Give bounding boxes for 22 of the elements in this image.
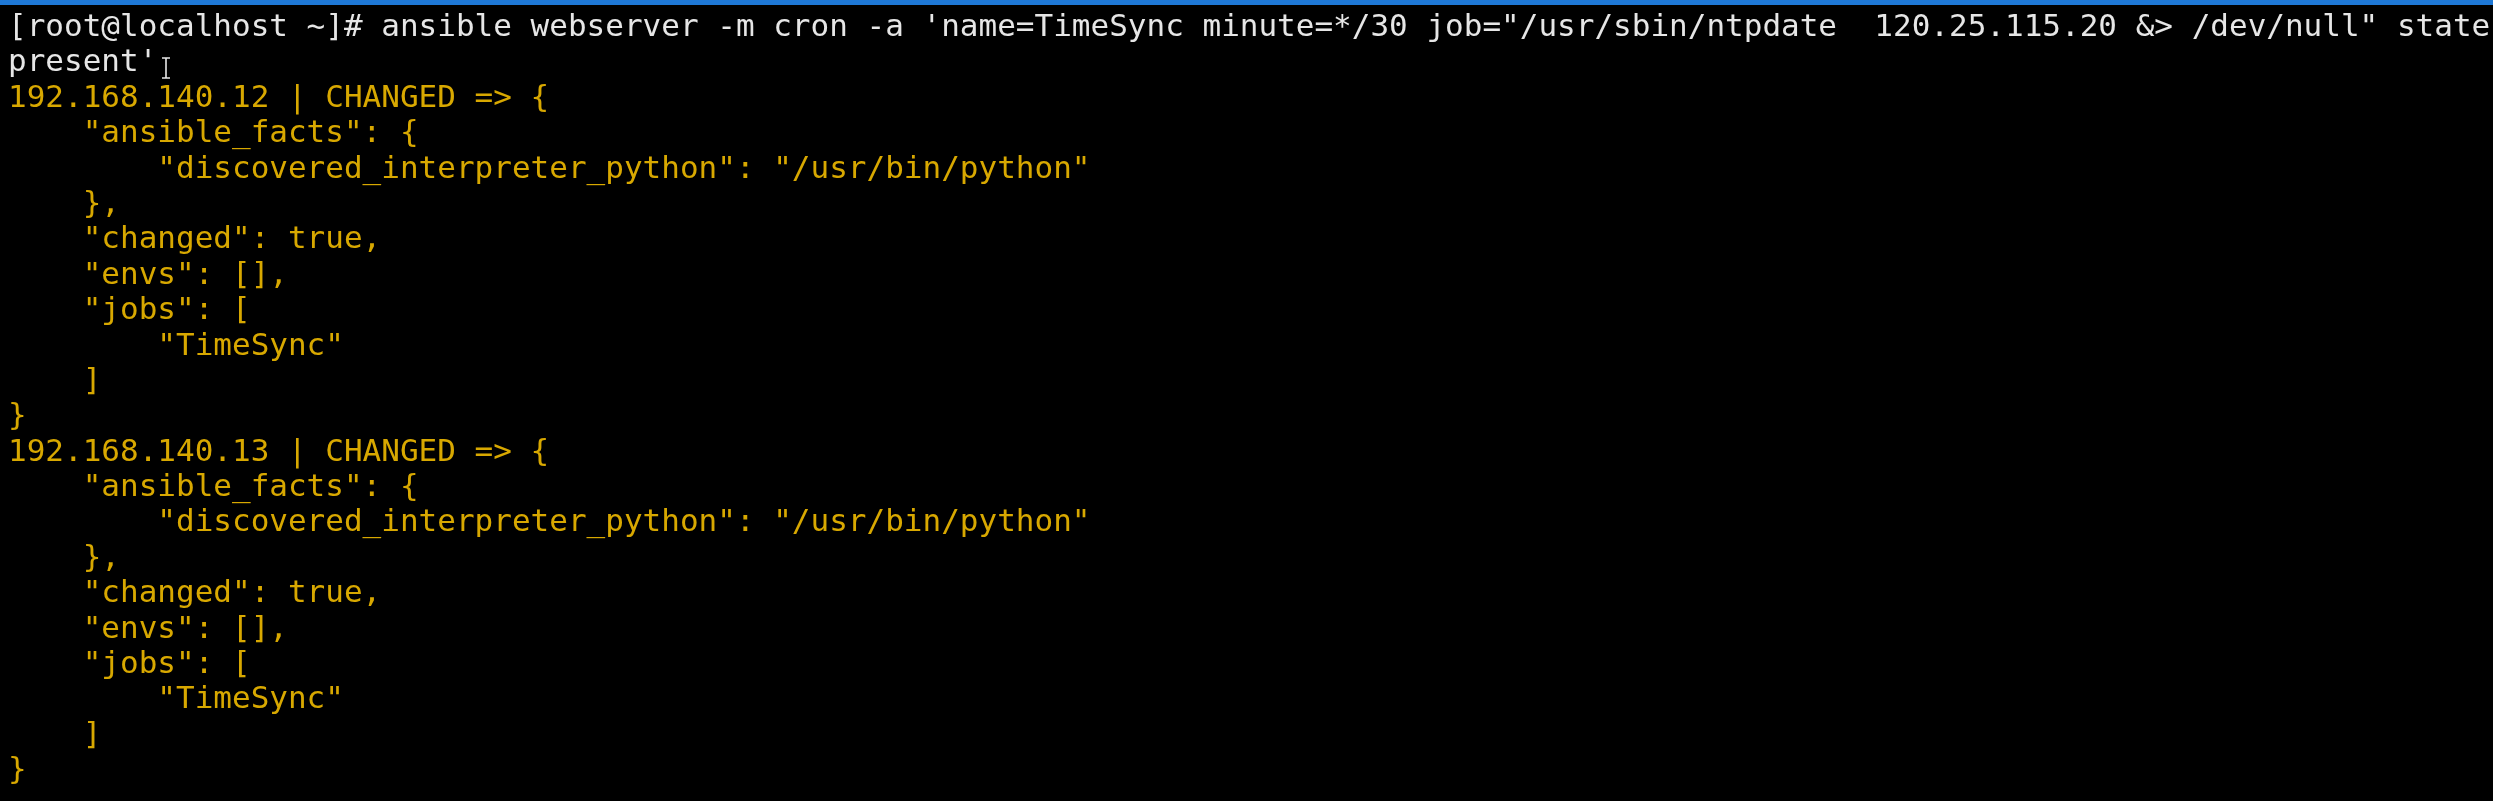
output-line: "envs": [], bbox=[81, 609, 288, 646]
output-line: "ansible_facts": { bbox=[81, 114, 419, 150]
output-line: } bbox=[8, 397, 27, 433]
command-line: [root@localhost ~]# ansible webserver -m cron -a 'name=TimeSync minute=*/30 job="/usr/sbin/ntpdate 120.25.115.20 &> /dev/null" state bbox=[8, 8, 2491, 44]
output-line: "jobs": [ bbox=[81, 645, 251, 681]
output-line: ] bbox=[81, 715, 102, 752]
output-line: "TimeSync" bbox=[156, 680, 344, 716]
command-line: present' bbox=[8, 43, 158, 79]
output-line: } bbox=[8, 751, 27, 787]
output-line: 192.168.140.13 | CHANGED => { bbox=[8, 432, 550, 469]
output-line: "discovered_interpreter_python": "/usr/bin/python" bbox=[157, 149, 1091, 185]
output-line: 192.168.140.12 | CHANGED => { bbox=[8, 78, 550, 115]
output-line: "envs": [], bbox=[81, 255, 288, 292]
output-line: ] bbox=[81, 361, 102, 398]
output-line: }, bbox=[81, 538, 120, 575]
output-line: "changed": true, bbox=[81, 574, 382, 610]
output-line: "ansible_facts": { bbox=[81, 468, 419, 504]
output-line: "TimeSync" bbox=[156, 326, 344, 362]
output-line: "jobs": [ bbox=[81, 291, 251, 327]
output-line: "changed": true, bbox=[81, 220, 382, 256]
output-line: }, bbox=[81, 184, 120, 221]
output-line: "discovered_interpreter_python": "/usr/bin/python" bbox=[157, 503, 1091, 539]
